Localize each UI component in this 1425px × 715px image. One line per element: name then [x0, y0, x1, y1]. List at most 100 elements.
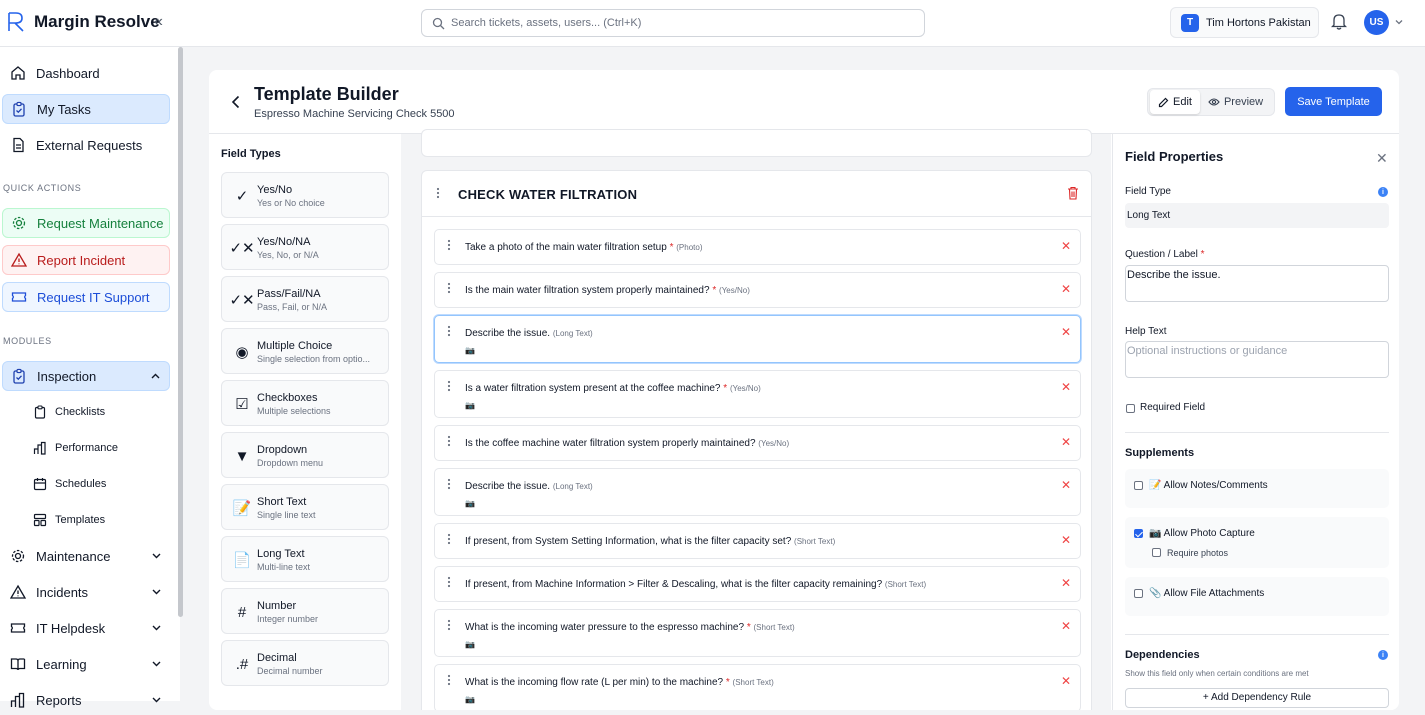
- field-type-yes-no-na[interactable]: ✓✕ Yes/No/NA Yes, No, or N/A: [221, 224, 389, 270]
- field-type-pass-fail-na[interactable]: ✓✕ Pass/Fail/NA Pass, Fail, or N/A: [221, 276, 389, 322]
- drag-handle-icon[interactable]: [436, 187, 440, 199]
- help-text-textarea[interactable]: Optional instructions or guidance: [1125, 341, 1389, 378]
- drag-handle-icon[interactable]: [447, 282, 451, 294]
- section-title[interactable]: CHECK WATER FILTRATION: [458, 187, 637, 202]
- sidebar-item-maintenance[interactable]: Maintenance: [2, 541, 170, 571]
- search-icon: [432, 17, 445, 30]
- question-card[interactable]: Describe the issue. (Long Text) ✕ 📷: [434, 315, 1081, 363]
- field-type-long-text[interactable]: 📄 Long Text Multi-line text: [221, 536, 389, 582]
- request-maintenance-button[interactable]: Request Maintenance: [2, 208, 170, 238]
- org-switcher[interactable]: T Tim Hortons Pakistan: [1170, 7, 1319, 38]
- chevron-down-icon: [151, 622, 162, 633]
- brand[interactable]: Margin Resolve: [6, 11, 160, 33]
- sidebar-item-incidents[interactable]: Incidents: [2, 577, 170, 607]
- field-type-decimal[interactable]: .# Decimal Decimal number: [221, 640, 389, 686]
- question-card[interactable]: Take a photo of the main water filtratio…: [434, 229, 1081, 265]
- field-type-label: Field Type: [1125, 186, 1171, 197]
- user-avatar[interactable]: US: [1364, 10, 1389, 35]
- field-type-number[interactable]: # Number Integer number: [221, 588, 389, 634]
- sidebar-subitem-performance[interactable]: Performance: [33, 436, 118, 460]
- preview-label: Preview: [1223, 96, 1264, 108]
- quick-actions-header: QUICK ACTIONS: [3, 183, 82, 193]
- drag-handle-icon[interactable]: [447, 239, 451, 251]
- sidebar-item-learning[interactable]: Learning: [2, 649, 170, 679]
- allow-notes-checkbox[interactable]: [1134, 481, 1143, 490]
- remove-question-icon[interactable]: ✕: [1061, 533, 1071, 547]
- bell-icon[interactable]: [1331, 13, 1347, 30]
- question-card[interactable]: Is the main water filtration system prop…: [434, 272, 1081, 308]
- remove-question-icon[interactable]: ✕: [1061, 435, 1071, 449]
- sidebar-item-dashboard[interactable]: Dashboard: [2, 58, 170, 88]
- save-template-button[interactable]: Save Template: [1285, 87, 1382, 116]
- remove-question-icon[interactable]: ✕: [1061, 325, 1071, 339]
- question-card[interactable]: What is the incoming flow rate (L per mi…: [434, 664, 1081, 710]
- sidebar-item-my-tasks[interactable]: My Tasks: [2, 94, 170, 124]
- drag-handle-icon[interactable]: [447, 619, 451, 631]
- request-it-support-button[interactable]: Request IT Support: [2, 282, 170, 312]
- back-arrow-icon[interactable]: [231, 95, 241, 109]
- remove-question-icon[interactable]: ✕: [1061, 239, 1071, 253]
- sidebar-item-external-requests[interactable]: External Requests: [2, 130, 170, 160]
- collapse-sidebar-icon[interactable]: «: [154, 13, 163, 31]
- field-type-multiple-choice[interactable]: ◉ Multiple Choice Single selection from op…: [221, 328, 389, 374]
- preview-mode-button[interactable]: Preview: [1200, 90, 1271, 114]
- remove-question-icon[interactable]: ✕: [1061, 478, 1071, 492]
- layout-icon: [33, 513, 47, 527]
- close-icon[interactable]: ✕: [1376, 150, 1388, 167]
- field-type-dropdown[interactable]: ▼ Dropdown Dropdown menu: [221, 432, 389, 478]
- sidebar-item-inspection[interactable]: Inspection: [2, 361, 170, 391]
- sidebar: Dashboard My Tasks External Requests QUI…: [0, 47, 180, 708]
- ticket-icon: [10, 620, 26, 636]
- drag-handle-icon[interactable]: [447, 325, 451, 337]
- required-marker: *: [746, 622, 751, 633]
- field-type-yes-no[interactable]: ✓ Yes/No Yes or No choice: [221, 172, 389, 218]
- drag-handle-icon[interactable]: [447, 435, 451, 447]
- field-type-name: Short Text: [257, 496, 307, 508]
- question-type: (Long Text): [552, 482, 593, 491]
- remove-question-icon[interactable]: ✕: [1061, 674, 1071, 688]
- remove-question-icon[interactable]: ✕: [1061, 619, 1071, 633]
- drag-handle-icon[interactable]: [447, 533, 451, 545]
- field-type-desc: Integer number: [257, 614, 319, 624]
- chevron-down-icon[interactable]: [1394, 17, 1404, 27]
- search-input[interactable]: Search tickets, assets, users... (Ctrl+K…: [421, 9, 925, 37]
- question-card[interactable]: If present, from System Setting Informat…: [434, 523, 1081, 559]
- sidebar-subitem-schedules[interactable]: Schedules: [33, 472, 106, 496]
- allow-files-checkbox[interactable]: [1134, 589, 1143, 598]
- field-type-checkboxes[interactable]: ☑ Checkboxes Multiple selections: [221, 380, 389, 426]
- remove-question-icon[interactable]: ✕: [1061, 282, 1071, 296]
- drag-handle-icon[interactable]: [447, 478, 451, 490]
- add-dependency-button[interactable]: + Add Dependency Rule: [1125, 688, 1389, 708]
- clipboard-icon: [11, 368, 27, 384]
- report-incident-button[interactable]: Report Incident: [2, 245, 170, 275]
- sidebar-subitem-checklists[interactable]: Checklists: [33, 400, 105, 424]
- info-icon[interactable]: i: [1378, 650, 1388, 660]
- remove-question-icon[interactable]: ✕: [1061, 380, 1071, 394]
- drag-handle-icon[interactable]: [447, 380, 451, 392]
- bar-chart-icon: [10, 692, 26, 708]
- question-card[interactable]: What is the incoming water pressure to t…: [434, 609, 1081, 657]
- drag-handle-icon[interactable]: [447, 674, 451, 686]
- sidebar-scrollbar[interactable]: [178, 47, 183, 617]
- modules-header: MODULES: [3, 336, 52, 346]
- question-card[interactable]: Is the coffee machine water filtration s…: [434, 425, 1081, 461]
- required-field-checkbox[interactable]: [1126, 404, 1135, 413]
- trash-icon[interactable]: [1067, 186, 1079, 200]
- question-card[interactable]: Is a water filtration system present at …: [434, 370, 1081, 418]
- chevron-up-icon: [150, 371, 161, 382]
- remove-question-icon[interactable]: ✕: [1061, 576, 1071, 590]
- require-photos-checkbox[interactable]: [1152, 548, 1161, 557]
- allow-photo-checkbox[interactable]: [1134, 529, 1143, 538]
- drag-handle-icon[interactable]: [447, 576, 451, 588]
- question-textarea[interactable]: Describe the issue.: [1125, 265, 1389, 302]
- gear-icon: [11, 215, 27, 231]
- info-icon[interactable]: i: [1378, 187, 1388, 197]
- edit-mode-button[interactable]: Edit: [1150, 90, 1200, 114]
- sidebar-item-it-helpdesk[interactable]: IT Helpdesk: [2, 613, 170, 643]
- field-type-short-text[interactable]: 📝 Short Text Single line text: [221, 484, 389, 530]
- question-card[interactable]: Describe the issue. (Long Text) ✕ 📷: [434, 468, 1081, 516]
- sidebar-item-reports[interactable]: Reports: [2, 685, 170, 715]
- question-text: Describe the issue.: [465, 328, 551, 339]
- sidebar-subitem-templates[interactable]: Templates: [33, 508, 105, 532]
- question-card[interactable]: If present, from Machine Information > F…: [434, 566, 1081, 602]
